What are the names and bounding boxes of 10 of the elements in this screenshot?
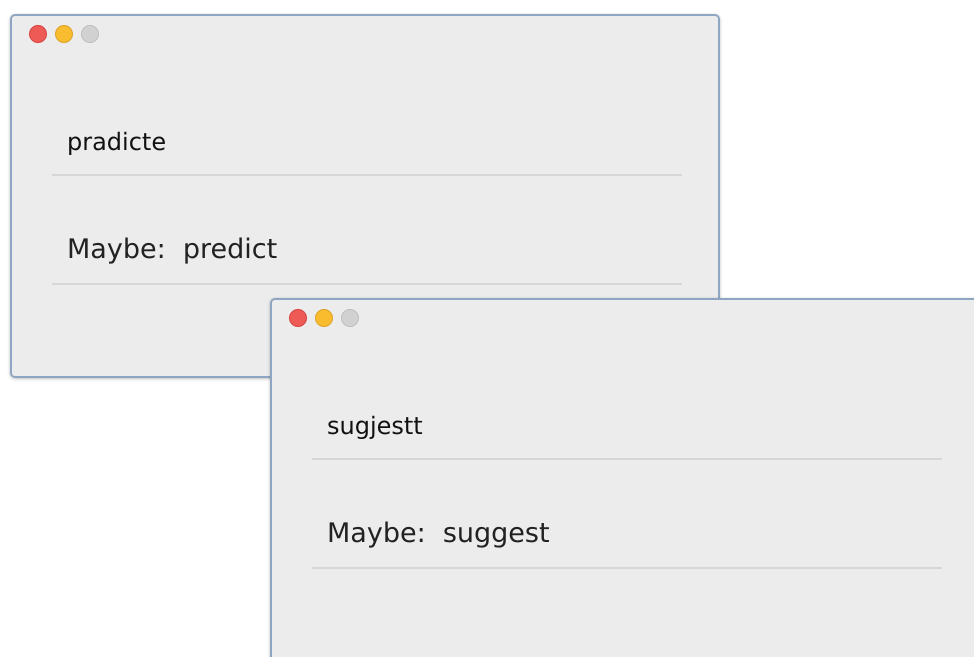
zoom-button[interactable] xyxy=(81,25,99,43)
word-field[interactable]: sugjestt xyxy=(327,412,927,440)
close-button[interactable] xyxy=(29,25,47,43)
minimize-button[interactable] xyxy=(55,25,73,43)
suggestion-text: Maybe: suggest xyxy=(327,518,550,549)
zoom-button[interactable] xyxy=(341,309,359,327)
word-field[interactable]: pradicte xyxy=(67,128,667,156)
minimize-button[interactable] xyxy=(315,309,333,327)
suggestion-text: Maybe: predict xyxy=(67,234,278,265)
close-button[interactable] xyxy=(289,309,307,327)
